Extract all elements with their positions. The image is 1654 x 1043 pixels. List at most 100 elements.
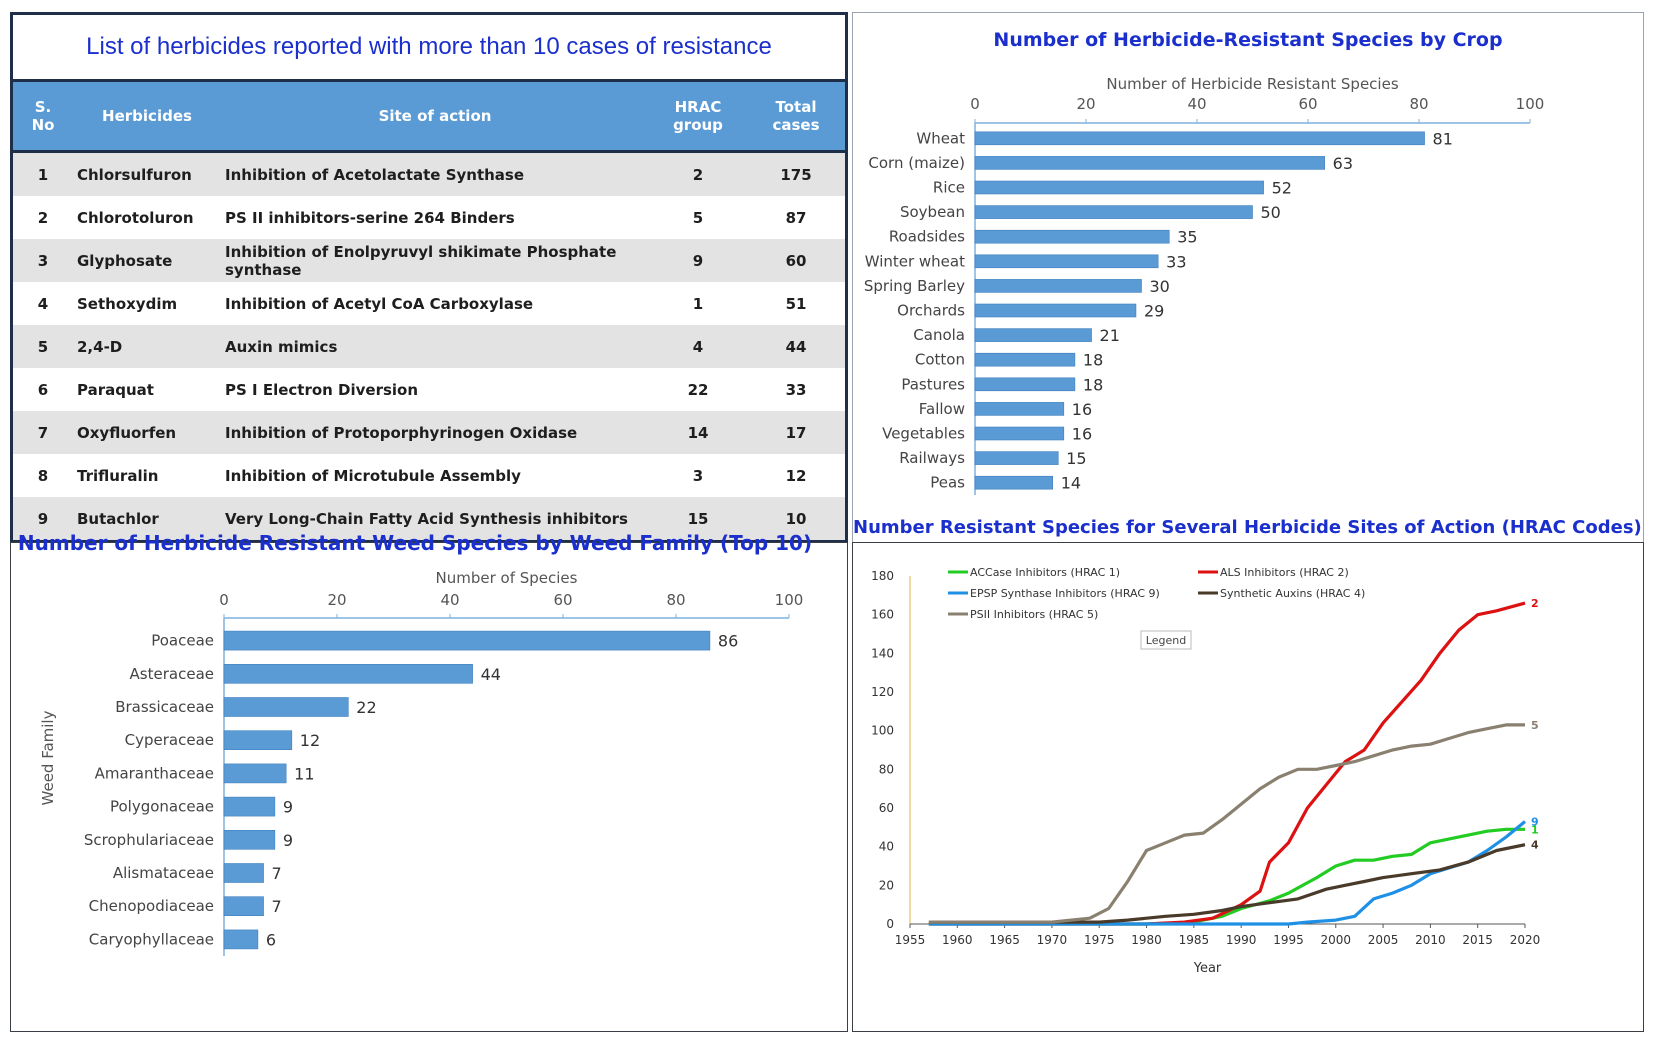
bar [974,205,1253,219]
herbicide-table: S. No Herbicides Site of action HRAC gro… [13,82,845,540]
x-tick-label: 1985 [1179,933,1210,947]
legend-title: Legend [1146,634,1186,647]
y-tick-label: Pastures [901,375,965,393]
x-tick-label: 1975 [1084,933,1115,947]
bar [223,630,711,651]
y-tick-label: Fallow [919,400,965,418]
x-tick-label: 1965 [989,933,1020,947]
cell-site: Inhibition of Enolpyruvyl shikimate Phos… [221,239,649,282]
y-tick-label: Poaceae [151,632,214,650]
data-label: 29 [1144,302,1164,321]
bar [974,303,1137,318]
data-label: 7 [272,897,282,916]
y-tick-label: 160 [871,608,894,622]
bar [974,451,1059,465]
y-tick-label: Soybean [900,203,965,221]
cell-no: 8 [13,454,73,497]
x-axis-label: Year [1193,961,1222,976]
herbicide-table-panel: List of herbicides reported with more th… [10,12,848,542]
x-tick-label: 2020 [1510,933,1541,947]
y-tick-label: 0 [886,917,894,931]
bar [223,664,473,684]
x-tick-label: 80 [666,591,685,609]
crop-chart-svg: Number of Herbicide Resistant Species 0 20… [864,75,1545,495]
cell-no: 1 [13,151,73,196]
table-row: 3 Glyphosate Inhibition of Enolpyruvyl shi… [13,239,845,282]
x-tick-label: 40 [1187,95,1206,113]
y-tick-label: Caryophyllaceae [89,930,214,948]
series-line [928,601,1526,926]
bar [974,352,1076,367]
bar [974,156,1325,170]
x-tick-label: 1970 [1037,933,1068,947]
data-label: 33 [1166,252,1186,271]
cell-total: 17 [747,411,845,454]
x-axis-label: Number of Herbicide Resistant Species [1106,75,1398,93]
y-tick-label: Cotton [915,351,965,369]
cell-site: Inhibition of Microtubule Assembly [221,454,649,497]
bar [974,131,1425,146]
data-label: 16 [1072,400,1092,419]
cell-hrac: 22 [649,368,747,411]
data-label: 16 [1072,425,1092,444]
col-header-no-line2: No [31,116,55,134]
bar [223,796,276,817]
data-label: 7 [272,864,282,883]
y-tick-label: Roadsides [889,228,965,246]
data-label: 63 [1333,154,1353,173]
cell-total: 44 [747,325,845,368]
y-tick-label: Chenopodiaceae [89,897,214,915]
bar [974,377,1076,392]
legend-entry: Synthetic Auxins (HRAC 4) [1220,587,1365,600]
cell-site: Inhibition of Protoporphyrinogen Oxidase [221,411,649,454]
col-header-no: S. No [13,82,73,153]
y-tick-label: Brassicaceae [115,698,214,716]
x-tick-label: 100 [1516,95,1545,113]
data-label: 52 [1272,179,1292,198]
col-header-hrac: HRAC group [649,82,747,153]
bar [974,402,1065,416]
y-axis-label: Weed Family [39,710,57,805]
y-tick-label: Cyperaceae [125,731,214,749]
col-header-total-line1: Total [775,98,817,116]
x-tick-label: 20 [1076,95,1095,113]
hrac-chart-svg: 0 20 40 60 80 100 120 140 160 180 1955 1960 1965 1970… [871,566,1541,976]
data-label: 11 [294,764,314,783]
data-label: 50 [1261,203,1281,222]
legend-entry: ACCase Inhibitors (HRAC 1) [970,566,1120,579]
y-tick-label: Wheat [916,129,965,147]
y-tick-label: 20 [879,878,894,892]
col-header-herbicides: Herbicides [73,82,221,153]
x-tick-label: 40 [440,591,459,609]
cell-herbicide: Glyphosate [73,239,221,282]
cell-no: 4 [13,282,73,325]
cell-total: 87 [747,196,845,239]
cell-total: 33 [747,368,845,411]
series-line [928,843,1526,924]
cell-herbicide: Paraquat [73,368,221,411]
data-label: 9 [283,831,293,850]
y-tick-label: Asteraceae [130,665,214,683]
cell-hrac: 9 [649,239,747,282]
cell-total: 12 [747,454,845,497]
y-tick-label: 40 [879,840,894,854]
x-tick-label: 1990 [1226,933,1257,947]
bar [974,328,1092,342]
data-label: 86 [718,632,738,651]
table-row: 7 Oxyfluorfen Inhibition of Protoporphyrin… [13,411,845,454]
cell-site: PS II inhibitors-serine 264 Binders [221,196,649,239]
cell-hrac: 14 [649,411,747,454]
x-tick-label: 60 [553,591,572,609]
y-tick-label: Railways [899,449,965,467]
y-tick-label: Alismataceae [113,864,214,882]
table-row: 6 Paraquat PS I Electron Diversion 22 33 [13,368,845,411]
x-tick-label: 2010 [1415,933,1446,947]
y-tick-label: Rice [933,179,965,197]
family-chart-panel: Number of Herbicide Resistant Weed Speci… [10,531,848,1032]
cell-total: 175 [747,151,845,196]
bar [223,763,287,784]
cell-no: 5 [13,325,73,368]
hrac-chart-panel: Number Resistant Species for Several Her… [852,517,1644,1032]
data-label: 18 [1083,351,1103,370]
x-tick-label: 60 [1298,95,1317,113]
